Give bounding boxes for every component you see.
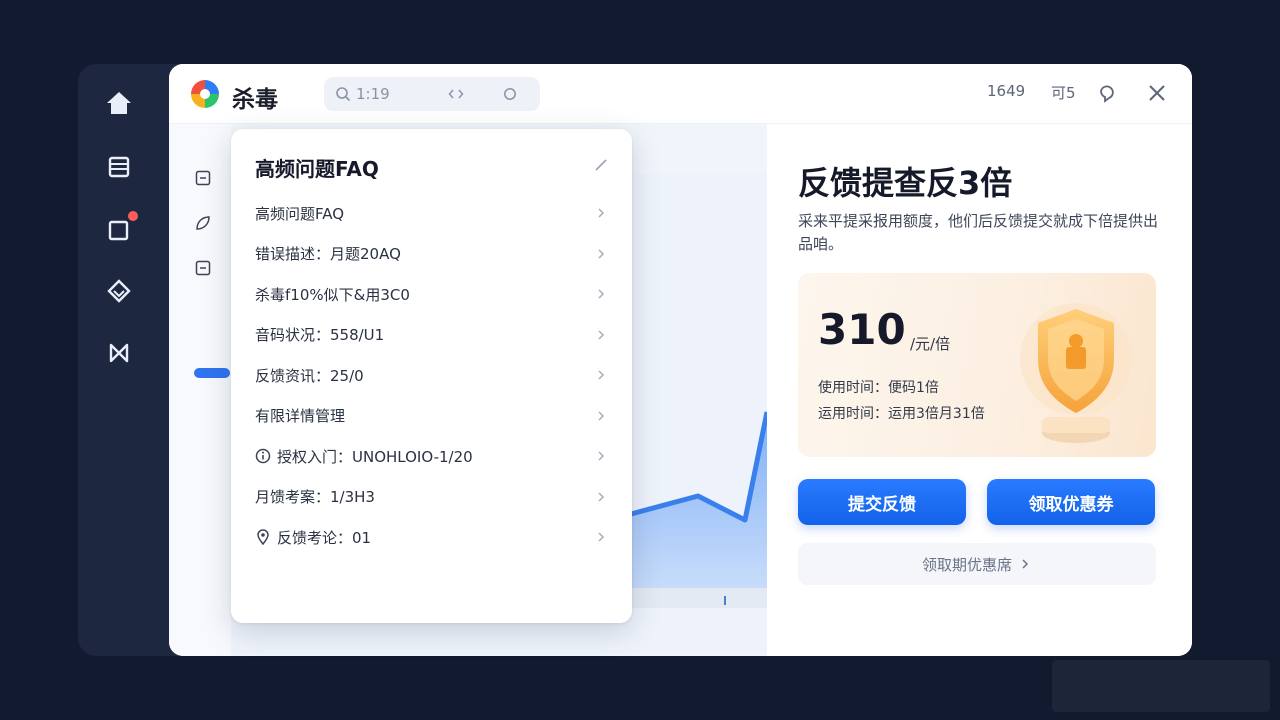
faq-item[interactable]: 反馈资讯：25/0 (255, 358, 607, 392)
minus-box-icon[interactable] (195, 260, 211, 276)
chevron-right-icon (598, 451, 605, 461)
faq-item[interactable]: 有限详情管理 (255, 399, 607, 433)
chevron-right-icon (598, 248, 605, 259)
faq-popup: 高频问题FAQ 高频问题FAQ 错误描述：月题20AQ 杀毒f10%似下&用3C0 音… (231, 129, 632, 623)
coupon-link-label: 领取期优惠席 (921, 555, 1012, 574)
faq-item-label: 授权入门：UNOHLOIO-1/20 (277, 447, 473, 466)
faq-item[interactable]: 错误描述：月题20AQ (255, 237, 607, 271)
chevron-right-icon (598, 208, 605, 218)
offer-panel: 反馈提查反3倍 采来平提采报用额度，他们后反馈提交就成下倍提供出品咱。 310 … (767, 124, 1192, 656)
chevron-right-icon (598, 410, 605, 421)
app-title: 杀毒 (232, 87, 278, 113)
notification-icon[interactable] (104, 211, 138, 244)
faq-item[interactable]: 月馈考案：1/3H3 (255, 480, 607, 514)
layers-icon[interactable] (104, 276, 134, 306)
price-unit: /元/倍 (910, 335, 951, 353)
status-counter: 1649 (987, 82, 1026, 100)
chevron-right-icon (1022, 559, 1029, 569)
offer-title: 反馈提查反3倍 (798, 164, 1013, 202)
faq-item-label: 反馈考论：01 (277, 528, 372, 547)
code-icon[interactable] (448, 86, 464, 102)
list-icon[interactable] (104, 152, 134, 182)
faq-item[interactable]: 杀毒f10%似下&用3C0 (255, 277, 607, 311)
home-icon[interactable] (104, 88, 134, 118)
chevron-right-icon (598, 491, 605, 502)
faq-item-label: 反馈资讯：25/0 (255, 366, 364, 385)
inner-nav (169, 124, 231, 656)
active-indicator (194, 368, 230, 378)
faq-item-label: 杀毒f10%似下&用3C0 (255, 285, 410, 304)
coupon-link[interactable]: 领取期优惠席 (798, 543, 1156, 585)
status-label: 可5 (1051, 84, 1076, 102)
faq-item[interactable]: 高频问题FAQ (255, 196, 607, 230)
faq-item-label: 有限详情管理 (255, 407, 346, 425)
faq-item[interactable]: 音码状况：558/U1 (255, 318, 607, 352)
faq-item-label: 音码状况：558/U1 (255, 326, 385, 344)
app-logo (191, 80, 219, 108)
offer-card: 310 /元/倍 使用时间：便码1倍 运用时间：运用3倍月31倍 (798, 273, 1156, 457)
search-input[interactable]: 1:19 (356, 85, 390, 103)
price-value: 310 (818, 305, 906, 354)
offer-description: 采来平提采报用额度，他们后反馈提交就成下倍提供出品咱。 (798, 212, 1159, 253)
faq-item-label: 高频问题FAQ (255, 204, 345, 223)
refresh-icon[interactable] (502, 86, 518, 102)
watermark (1052, 660, 1270, 712)
valid-time: 运用时间：运用3倍月31倍 (818, 406, 985, 422)
edit-icon[interactable] (593, 157, 609, 173)
chevron-right-icon (598, 532, 605, 542)
get-coupon-button[interactable]: 领取优惠券 (987, 479, 1155, 525)
faq-title: 高频问题FAQ (255, 157, 379, 181)
leaf-icon[interactable] (195, 215, 211, 231)
faq-item-label: 月馈考案：1/3H3 (255, 488, 375, 506)
faq-item-label: 错误描述：月题20AQ (255, 245, 401, 263)
shield-badge-icon (1020, 303, 1132, 443)
document-icon[interactable] (195, 170, 211, 186)
notification-dot (128, 211, 138, 221)
info-circle-icon (255, 448, 271, 464)
location-pin-icon (257, 529, 269, 545)
chevron-right-icon (598, 289, 605, 299)
chevron-right-icon (598, 370, 605, 380)
faq-item[interactable]: 反馈考论：01 (255, 520, 607, 554)
help-icon[interactable] (1095, 81, 1119, 105)
faq-item[interactable]: 授权入门：UNOHLOIO-1/20 (255, 439, 607, 473)
close-icon[interactable] (1145, 81, 1169, 105)
search-bar[interactable]: 1:19 (324, 77, 540, 111)
search-icon (336, 87, 351, 102)
submit-feedback-button[interactable]: 提交反馈 (798, 479, 966, 525)
usage-time: 使用时间：便码1倍 (818, 380, 939, 396)
bookmark-icon[interactable] (104, 338, 134, 368)
title-bar: 杀毒 1:19 1649 可5 (169, 64, 1192, 124)
chevron-right-icon (598, 329, 605, 340)
